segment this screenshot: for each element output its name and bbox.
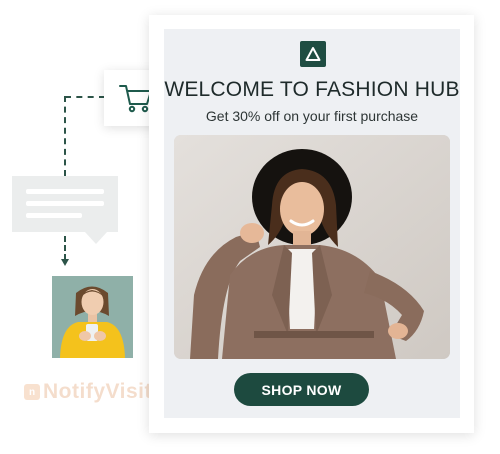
brand-watermark: n NotifyVisit — [24, 380, 152, 404]
chat-bubble-tail — [85, 232, 107, 244]
connector-line-upper — [64, 96, 66, 176]
connector-line-lower — [64, 236, 66, 260]
user-illustration — [52, 276, 133, 358]
user-photo — [52, 276, 133, 358]
chat-bubble-icon — [12, 176, 118, 232]
chat-line — [26, 189, 104, 194]
hero-image — [174, 135, 450, 359]
chat-line — [26, 213, 82, 218]
connector-arrow-icon — [61, 259, 69, 266]
fashion-model-illustration — [174, 135, 450, 359]
popup-headline: WELCOME TO FASHION HUB — [164, 78, 460, 101]
shop-now-button[interactable]: SHOP NOW — [234, 373, 369, 406]
chat-line — [26, 201, 104, 206]
popup-subline: Get 30% off on your first purchase — [205, 108, 419, 124]
triangle-logo-icon — [300, 41, 326, 67]
connector-line-horizontal — [65, 96, 105, 98]
brand-logo-icon: n — [24, 384, 40, 400]
brand-name: NotifyVisit — [43, 380, 152, 403]
